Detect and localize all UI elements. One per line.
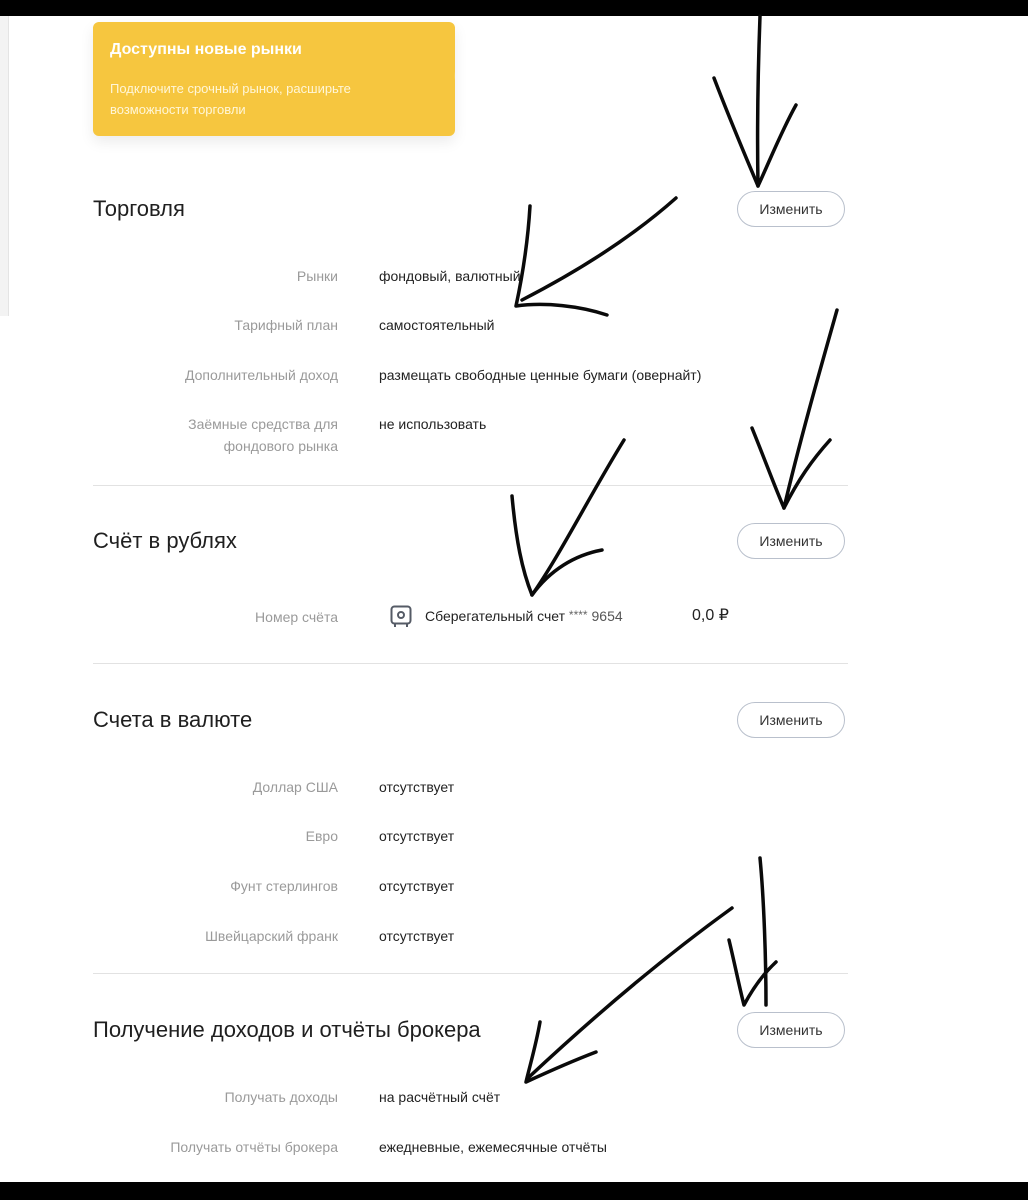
row-value-markets: фондовый, валютный xyxy=(379,268,521,284)
row-value-extra-income: размещать свободные ценные бумаги (оверн… xyxy=(379,367,702,383)
arrow-stroke xyxy=(520,196,678,302)
top-black-bar xyxy=(0,0,1028,16)
row-label-markets: Рынки xyxy=(296,268,338,284)
row-value-borrowed-funds: не использовать xyxy=(379,416,487,432)
arrow-stroke xyxy=(514,204,609,317)
section-title-trading: Торговля xyxy=(93,196,185,221)
row-value-tariff: самостоятельный xyxy=(379,317,495,333)
section-title-rub-account: Счёт в рублях xyxy=(93,528,237,553)
row-label-borrowed-funds-line2: фондового рынка xyxy=(223,438,338,454)
divider xyxy=(93,663,848,664)
row-label-tariff: Тарифный план xyxy=(234,317,338,333)
arrow-stroke xyxy=(755,14,762,188)
section-title-fx-accounts: Счета в валюте xyxy=(93,707,253,732)
row-value-usd: отсутствует xyxy=(379,779,455,795)
arrow-stroke xyxy=(510,494,604,597)
row-value-chf: отсутствует xyxy=(379,928,455,944)
edit-fx-accounts-button[interactable]: Изменить xyxy=(737,702,845,738)
row-value-receive-income: на расчётный счёт xyxy=(379,1089,501,1105)
row-label-gbp: Фунт стерлингов xyxy=(230,878,338,894)
arrow-stroke xyxy=(750,426,832,510)
row-label-chf: Швейцарский франк xyxy=(205,928,338,944)
account-balance: 0,0 ₽ xyxy=(692,607,729,624)
row-value-gbp: отсутствует xyxy=(379,878,455,894)
account-digits: 9654 xyxy=(591,608,623,624)
row-label-eur: Евро xyxy=(305,828,338,844)
arrow-stroke xyxy=(782,308,839,510)
row-label-receive-income: Получать доходы xyxy=(224,1089,338,1105)
arrow-stroke xyxy=(758,856,768,1007)
divider xyxy=(93,485,848,486)
arrow-stroke xyxy=(524,1020,598,1084)
row-label-usd: Доллар США xyxy=(252,779,338,795)
divider xyxy=(93,973,848,974)
safe-icon xyxy=(390,605,412,627)
globe-icon xyxy=(454,71,455,81)
arrow-stroke xyxy=(712,76,798,188)
edit-income-reports-button[interactable]: Изменить xyxy=(737,1012,845,1048)
banner-title: Доступны новые рынки xyxy=(110,41,302,58)
row-value-eur: отсутствует xyxy=(379,828,455,844)
account-name: Сберегательный счет xyxy=(425,608,566,624)
row-label-extra-income: Дополнительный доход xyxy=(184,367,338,383)
edit-trading-button[interactable]: Изменить xyxy=(737,191,845,227)
savings-account-link[interactable]: Сберегательный счет **** 9654 xyxy=(425,605,623,628)
account-mask: **** xyxy=(568,608,588,622)
bottom-black-bar xyxy=(0,1182,1028,1200)
row-label-broker-reports: Получать отчёты брокера xyxy=(170,1139,338,1155)
arrow-stroke xyxy=(530,438,626,597)
banner-text: Подключите срочный рынок, расширьте возм… xyxy=(110,81,351,117)
left-window-edge xyxy=(0,16,9,316)
row-value-broker-reports: ежедневные, ежемесячные отчёты xyxy=(379,1139,607,1155)
row-label-borrowed-funds-line1: Заёмные средства для xyxy=(188,416,338,432)
edit-rub-account-button[interactable]: Изменить xyxy=(737,523,845,559)
arrow-stroke xyxy=(526,906,734,1080)
row-label-account-number: Номер счёта xyxy=(255,609,338,625)
section-title-income-reports: Получение доходов и отчёты брокера xyxy=(93,1017,481,1042)
new-markets-banner[interactable]: Доступны новые рынки Подключите срочный … xyxy=(93,22,455,136)
row-label-borrowed-funds: Заёмные средства для фондового рынка xyxy=(188,413,338,457)
